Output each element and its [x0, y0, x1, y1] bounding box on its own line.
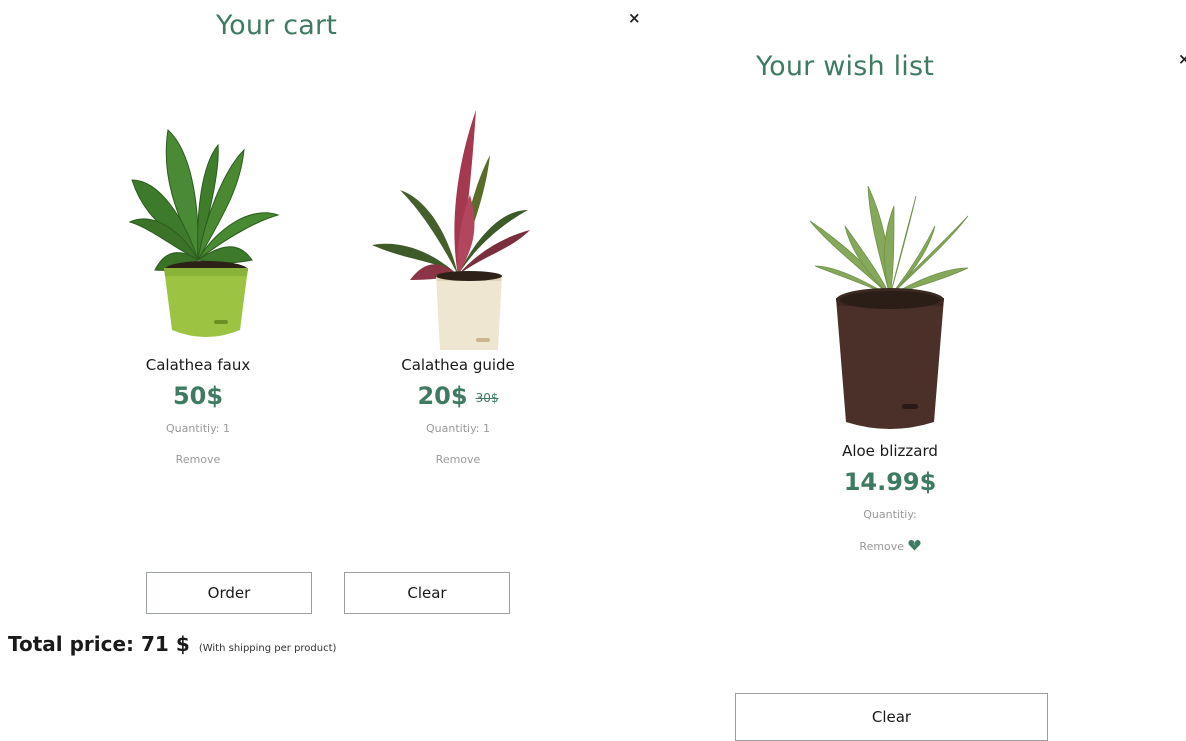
cart-item: Calathea guide 20$ 30$ Quantitiy: 1 Remov…: [360, 110, 556, 466]
remove-label: Remove: [859, 540, 905, 553]
total-price-note: (With shipping per product): [198, 643, 337, 654]
wishlist-item: Aloe blizzard 14.99$ Quantitiy: Remove: [790, 186, 990, 553]
product-quantity: Quantitiy:: [863, 508, 917, 521]
cart-title: Your cart: [216, 10, 338, 41]
order-button[interactable]: Order: [146, 572, 312, 614]
product-price: 14.99$: [843, 468, 937, 496]
price-row: 14.99$: [790, 468, 990, 496]
remove-link[interactable]: Remove: [360, 453, 556, 466]
cart-panel: Your cart × Calathea faux 50$ Quantitiy:…: [0, 0, 690, 734]
product-old-price: 30$: [475, 391, 499, 405]
product-name: Aloe blizzard: [842, 442, 938, 460]
plant-image: [128, 129, 280, 337]
total-price: Total price: 71 $ (With shipping per pro…: [8, 632, 336, 656]
product-name: Calathea faux: [145, 356, 251, 374]
total-price-text: Total price: 71 $: [8, 632, 190, 656]
broken-heart-icon: [908, 540, 921, 551]
product-price: 20$: [417, 382, 468, 410]
remove-link[interactable]: Remove: [100, 453, 296, 466]
plant-image: [809, 186, 969, 429]
price-row: 50$: [100, 382, 296, 410]
wishlist-close-icon[interactable]: ×: [1178, 52, 1186, 67]
product-price: 50$: [172, 382, 224, 410]
cart-clear-button[interactable]: Clear: [344, 572, 510, 614]
cart-close-icon[interactable]: ×: [628, 11, 641, 26]
product-name: Calathea guide: [401, 356, 515, 374]
plant-image: [372, 110, 530, 350]
wishlist-panel: Your wish list × Aloe blizzard 14.99$ Qu…: [690, 0, 1186, 741]
wishlist-title: Your wish list: [756, 51, 935, 82]
product-quantity: Quantitiy: 1: [166, 422, 230, 435]
price-row: 20$ 30$: [360, 382, 556, 410]
product-quantity: Quantitiy: 1: [426, 422, 490, 435]
cart-item: Calathea faux 50$ Quantitiy: 1 Remove: [100, 110, 296, 466]
remove-link[interactable]: Remove: [790, 539, 990, 553]
